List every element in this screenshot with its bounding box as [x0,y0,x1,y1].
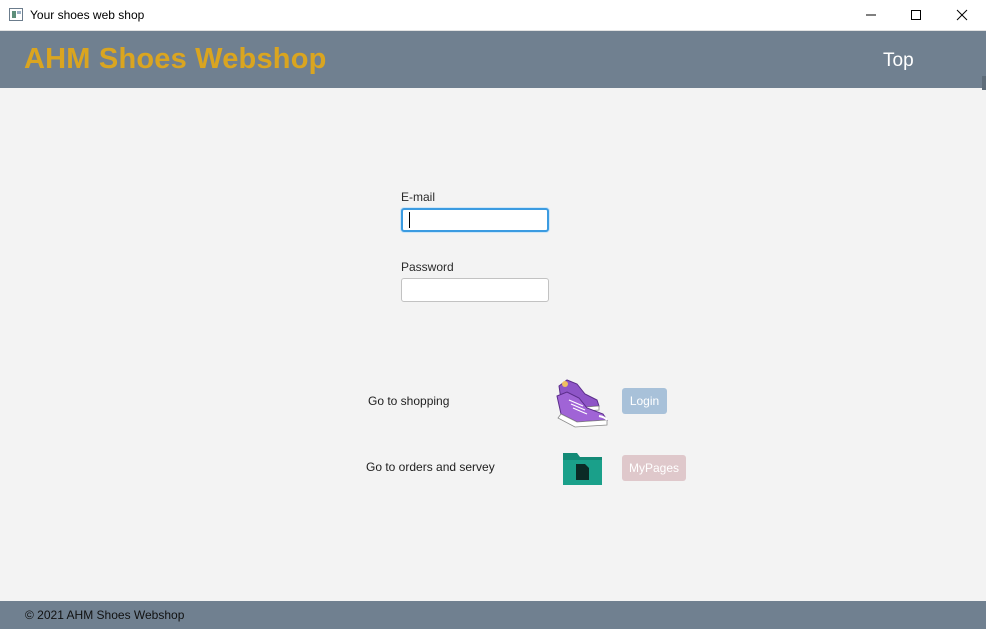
maximize-icon [911,10,921,20]
folder-icon[interactable] [562,450,603,486]
maximize-button[interactable] [893,0,939,30]
email-field[interactable] [401,208,549,232]
app-title: AHM Shoes Webshop [24,43,327,75]
password-field[interactable] [401,278,549,302]
top-link[interactable]: Top [883,50,914,72]
email-label: E-mail [401,190,436,204]
app-window-icon [9,8,23,21]
app-header: AHM Shoes Webshop Top [0,31,986,90]
footer: © 2021 AHM Shoes Webshop [0,601,986,629]
close-icon [956,9,968,21]
mypages-button[interactable]: MyPages [622,455,686,481]
header-edge [982,76,986,90]
go-to-orders-text: Go to orders and servey [366,460,495,474]
minimize-button[interactable] [848,0,894,30]
close-button[interactable] [939,0,985,30]
go-to-shopping-text: Go to shopping [368,394,450,408]
sneakers-icon[interactable] [553,376,611,428]
window-title: Your shoes web shop [30,8,145,22]
text-caret [409,212,410,228]
password-label: Password [401,260,454,274]
window-titlebar: Your shoes web shop [0,0,986,31]
minimize-icon [866,14,876,16]
login-button[interactable]: Login [622,388,667,414]
copyright-text: © 2021 AHM Shoes Webshop [25,608,185,622]
